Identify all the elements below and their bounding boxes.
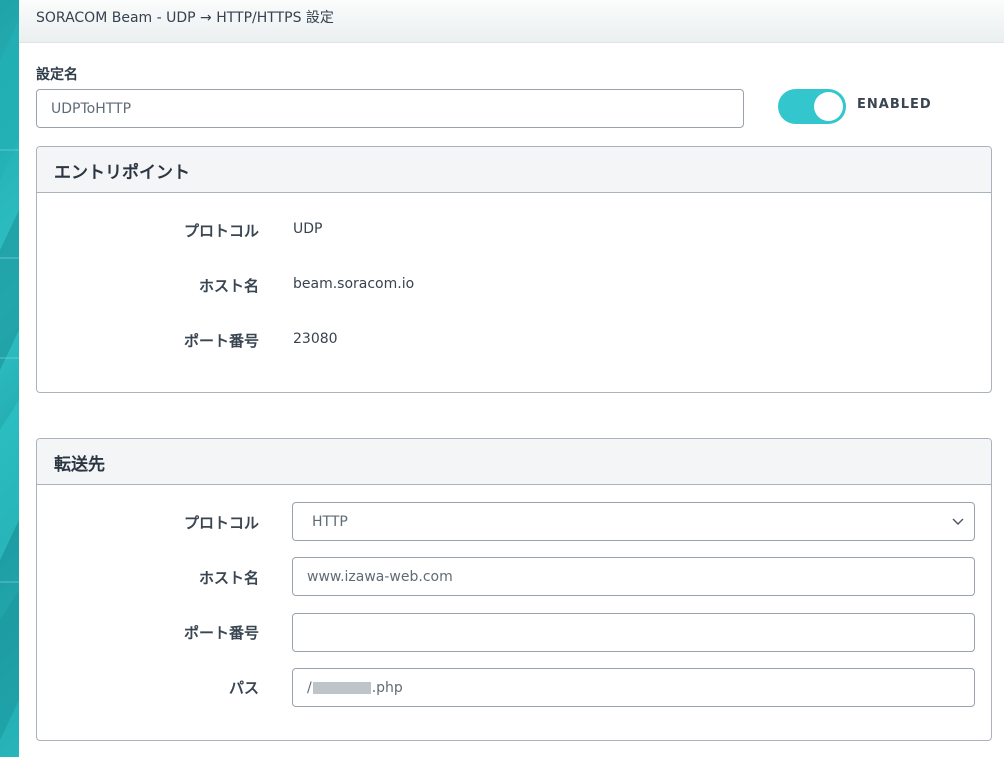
dest-path-suffix: .php — [371, 679, 403, 696]
entry-protocol-value: UDP — [293, 221, 323, 237]
enabled-label: ENABLED — [857, 97, 932, 112]
enabled-toggle[interactable] — [778, 89, 846, 124]
dest-host-input[interactable]: www.izawa-web.com — [292, 557, 975, 596]
entry-port-label: ポート番号 — [183, 332, 259, 350]
dest-protocol-value: HTTP — [312, 513, 348, 530]
dest-port-label: ポート番号 — [183, 624, 259, 642]
redacted-block — [312, 681, 371, 694]
sidebar-decoration — [0, 0, 19, 757]
window-title: SORACOM Beam - UDP → HTTP/HTTPS 設定 — [36, 10, 334, 26]
dest-protocol-label: プロトコル — [183, 514, 259, 532]
setting-name-input[interactable]: UDPToHTTP — [36, 89, 744, 128]
window-title-bar: SORACOM Beam - UDP → HTTP/HTTPS 設定 — [19, 0, 1004, 43]
entry-host-label: ホスト名 — [198, 277, 259, 295]
entry-host-value: beam.soracom.io — [293, 276, 415, 292]
entrypoint-panel: エントリポイント プロトコル UDP ホスト名 beam.soracom.io … — [36, 146, 992, 393]
destination-title: 転送先 — [54, 455, 105, 475]
destination-panel-header: 転送先 — [37, 439, 991, 485]
dest-protocol-select[interactable]: HTTP — [292, 502, 975, 541]
dest-path-label: パス — [228, 679, 259, 697]
entrypoint-title: エントリポイント — [54, 163, 190, 183]
setting-name-label: 設定名 — [36, 67, 78, 83]
entry-port-value: 23080 — [293, 331, 338, 347]
dest-host-label: ホスト名 — [198, 569, 259, 587]
dest-port-input[interactable] — [292, 613, 975, 652]
toggle-knob — [814, 92, 843, 121]
dest-path-input[interactable]: / .php — [292, 668, 975, 707]
chevron-down-icon — [952, 518, 964, 525]
entry-protocol-label: プロトコル — [183, 222, 259, 240]
dest-path-prefix: / — [307, 679, 312, 696]
entrypoint-panel-header: エントリポイント — [37, 147, 991, 193]
destination-panel: 転送先 プロトコル HTTP ホスト名 www.izawa-web.com ポー… — [36, 438, 992, 741]
